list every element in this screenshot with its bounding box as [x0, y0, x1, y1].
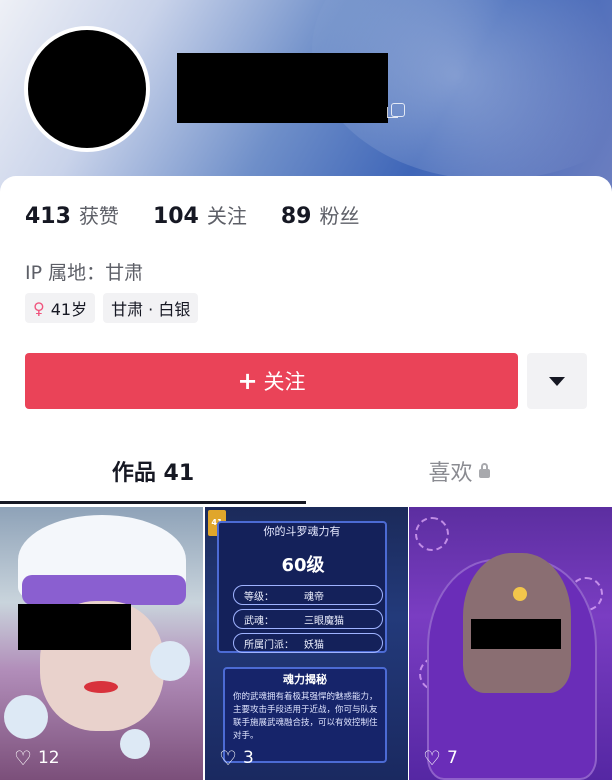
stat-value: 104: [152, 204, 199, 229]
works-grid: ♡ 12 41 你的斗罗魂力有 60级 等级： 魂帝 武魂： 三眼魔猫 所属门派…: [0, 507, 612, 780]
follow-label: 关注: [263, 370, 306, 394]
female-icon: ♀: [33, 298, 45, 318]
tab-likes-label: 喜欢: [428, 461, 473, 486]
secret-body: 你的武魂拥有着极其强悍的魅惑能力，主要攻击手段适用于近战，你可与队友联手施展武魂…: [233, 692, 378, 741]
profile-stats: 413 获赞 104 关注 89 粉丝: [25, 200, 394, 229]
age-tag: ♀ 41岁: [25, 293, 96, 323]
video-thumbnail[interactable]: ♡ 12: [0, 507, 203, 780]
stat-following[interactable]: 104 关注: [153, 200, 247, 229]
info-key: 等级：: [244, 591, 274, 603]
like-count: ♡ 7: [423, 748, 458, 768]
age-label: 41岁: [50, 300, 88, 319]
heart-icon: ♡: [423, 746, 441, 770]
username-redacted: [177, 53, 388, 123]
location-tag: 甘肃 · 白银: [103, 293, 199, 323]
copy-icon[interactable]: [387, 103, 405, 118]
plus-icon: +: [237, 367, 258, 395]
thumbnail-art: [4, 695, 48, 739]
stat-followers[interactable]: 89 粉丝: [281, 200, 360, 229]
thumbnail-art: [120, 729, 150, 759]
info-value: 妖猫: [304, 639, 324, 651]
info-key: 武魂：: [244, 615, 274, 627]
profile-tags: ♀ 41岁 甘肃 · 白银: [25, 293, 206, 323]
info-row: 武魂： 三眼魔猫: [233, 609, 383, 629]
like-count: ♡ 3: [219, 748, 254, 768]
stat-value: 413: [25, 204, 71, 229]
active-tab-indicator: [0, 501, 306, 504]
stat-label: 粉丝: [319, 204, 360, 228]
lock-icon: [478, 462, 490, 478]
location-label: 甘肃 · 白银: [111, 300, 191, 319]
stat-value: 89: [280, 204, 312, 229]
face-redaction: [18, 604, 131, 650]
thumbnail-art: [513, 587, 527, 601]
like-count-value: 3: [242, 748, 254, 768]
follow-button[interactable]: + 关注: [25, 353, 518, 409]
heart-icon: ♡: [219, 746, 237, 770]
info-row: 等级： 魂帝: [233, 585, 383, 605]
info-row: 所属门派： 妖猫: [233, 633, 383, 653]
tab-works[interactable]: 作品 41: [0, 455, 306, 487]
info-key: 所属门派：: [244, 639, 294, 651]
video-thumbnail[interactable]: ♡ 7: [409, 507, 612, 780]
video-thumbnail[interactable]: 41 你的斗罗魂力有 60级 等级： 魂帝 武魂： 三眼魔猫 所属门派： 妖猫 …: [205, 507, 408, 780]
thumbnail-art: [84, 681, 118, 693]
panel-level: 60级: [281, 555, 325, 576]
info-value: 三眼魔猫: [304, 615, 344, 627]
face-redaction: [471, 619, 561, 649]
thumbnail-art: [150, 641, 190, 681]
caret-down-icon: [549, 376, 565, 386]
tab-likes[interactable]: 喜欢: [306, 455, 612, 487]
thumbnail-art: [415, 517, 449, 551]
avatar[interactable]: [24, 26, 150, 152]
stat-likes[interactable]: 413 获赞: [25, 200, 119, 229]
panel-title: 你的斗罗魂力有: [263, 525, 341, 538]
stat-label: 关注: [206, 204, 247, 228]
like-count-value: 12: [37, 748, 60, 768]
like-count-value: 7: [446, 748, 458, 768]
ip-location: IP 属地：甘肃: [25, 262, 144, 284]
more-options-button[interactable]: [527, 353, 587, 409]
info-value: 魂帝: [304, 591, 324, 603]
stat-label: 获赞: [78, 204, 119, 228]
like-count: ♡ 12: [14, 748, 60, 768]
heart-icon: ♡: [14, 746, 32, 770]
secret-title: 魂力揭秘: [283, 673, 327, 686]
